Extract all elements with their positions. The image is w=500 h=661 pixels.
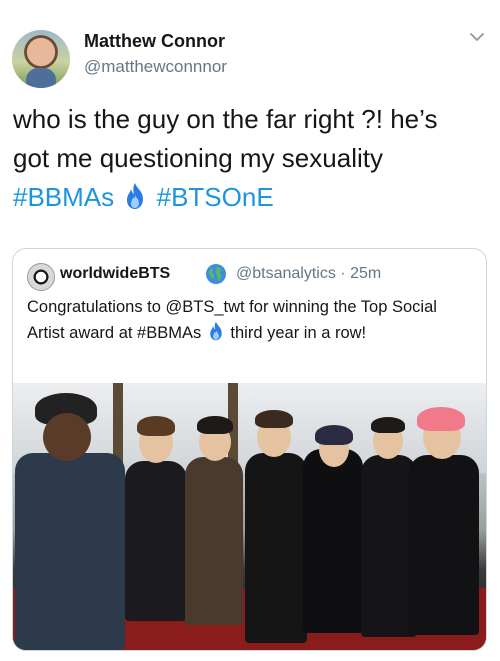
fire-icon: [206, 320, 226, 342]
photo-pink-hair: [417, 407, 465, 431]
fire-icon: [121, 181, 149, 211]
photo-person: [303, 449, 363, 633]
tweet-text: who is the guy on the far right ?! he’s …: [13, 100, 491, 217]
photo-hair: [315, 425, 353, 445]
photo-face: [43, 413, 91, 461]
photo-hair: [137, 416, 175, 436]
quoted-author-name[interactable]: worldwideBTS: [60, 265, 170, 283]
photo-person: [185, 457, 243, 625]
photo-hair: [197, 416, 233, 434]
quoted-tweet-photo[interactable]: [13, 383, 486, 650]
author-avatar[interactable]: [12, 30, 70, 88]
quoted-tweet-card[interactable]: worldwideBTS @btsanalytics · 25m Congrat…: [12, 248, 487, 651]
hashtag-btsone[interactable]: #BTSOnE: [157, 182, 274, 212]
quoted-tweet-text: Congratulations to @BTS_twt for winning …: [27, 294, 475, 346]
separator-dot: ·: [340, 265, 346, 282]
photo-hair: [255, 410, 293, 428]
chevron-down-icon[interactable]: [468, 28, 486, 46]
tweet-hashtags-line: #BBMAs #BTSOnE: [13, 178, 491, 217]
photo-hair: [371, 417, 405, 433]
quoted-timestamp[interactable]: 25m: [350, 265, 381, 282]
quoted-text-part2: third year in a row!: [225, 324, 367, 342]
author-display-name[interactable]: Matthew Connor: [84, 31, 225, 52]
quoted-author-meta: @btsanalytics · 25m: [236, 265, 381, 283]
author-handle[interactable]: @matthewconnnor: [84, 57, 227, 77]
photo-person-interviewer: [15, 453, 125, 650]
quoted-author-handle[interactable]: @btsanalytics: [236, 265, 336, 282]
tweet-text-line1: who is the guy on the far right ?! he’s: [13, 104, 438, 134]
tweet-text-line2: got me questioning my sexuality: [13, 143, 383, 173]
globe-emoji-icon: [204, 262, 228, 286]
quoted-author-avatar[interactable]: [27, 263, 55, 291]
photo-person-far-right: [409, 455, 479, 635]
photo-person: [245, 453, 307, 643]
hashtag-bbmas[interactable]: #BBMAs: [13, 182, 114, 212]
photo-person: [125, 461, 187, 621]
